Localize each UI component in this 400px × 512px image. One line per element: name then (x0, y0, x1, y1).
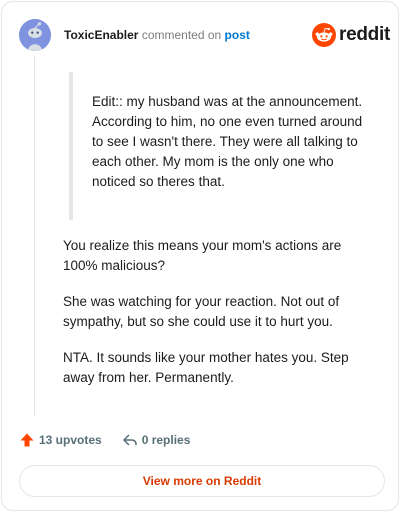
comment-paragraph: She was watching for your reaction. Not … (63, 294, 340, 329)
post-link[interactable]: post (225, 28, 250, 42)
thread-line (34, 56, 35, 416)
user-avatar[interactable] (19, 19, 51, 51)
reply-button[interactable]: 0 replies (122, 432, 191, 448)
comment-actions: 13 upvotes 0 replies (19, 430, 190, 450)
comment-author[interactable]: ToxicEnabler (64, 28, 138, 42)
upvote-count: 13 upvotes (39, 433, 102, 447)
comment-paragraph: You realize this means your mom's action… (63, 238, 342, 273)
reply-count: 0 replies (141, 433, 191, 447)
quote-block: Edit:: my husband was at the announcemen… (69, 72, 369, 220)
reddit-logo-icon (312, 23, 336, 47)
reply-arrow-icon (122, 434, 137, 446)
reddit-wordmark: reddit (339, 24, 390, 45)
view-more-button[interactable]: View more on Reddit (19, 465, 385, 497)
upvote-button[interactable]: 13 upvotes (19, 432, 102, 448)
comment-paragraph: NTA. It sounds like your mother hates yo… (63, 350, 349, 385)
comment-header: ToxicEnabler commented on post (64, 27, 250, 43)
comment-action-text: commented on (141, 28, 222, 42)
reddit-brand[interactable]: reddit (312, 23, 390, 47)
upvote-arrow-icon (20, 433, 34, 447)
embedded-comment-card: ToxicEnabler commented on post reddit Ed… (1, 1, 399, 511)
